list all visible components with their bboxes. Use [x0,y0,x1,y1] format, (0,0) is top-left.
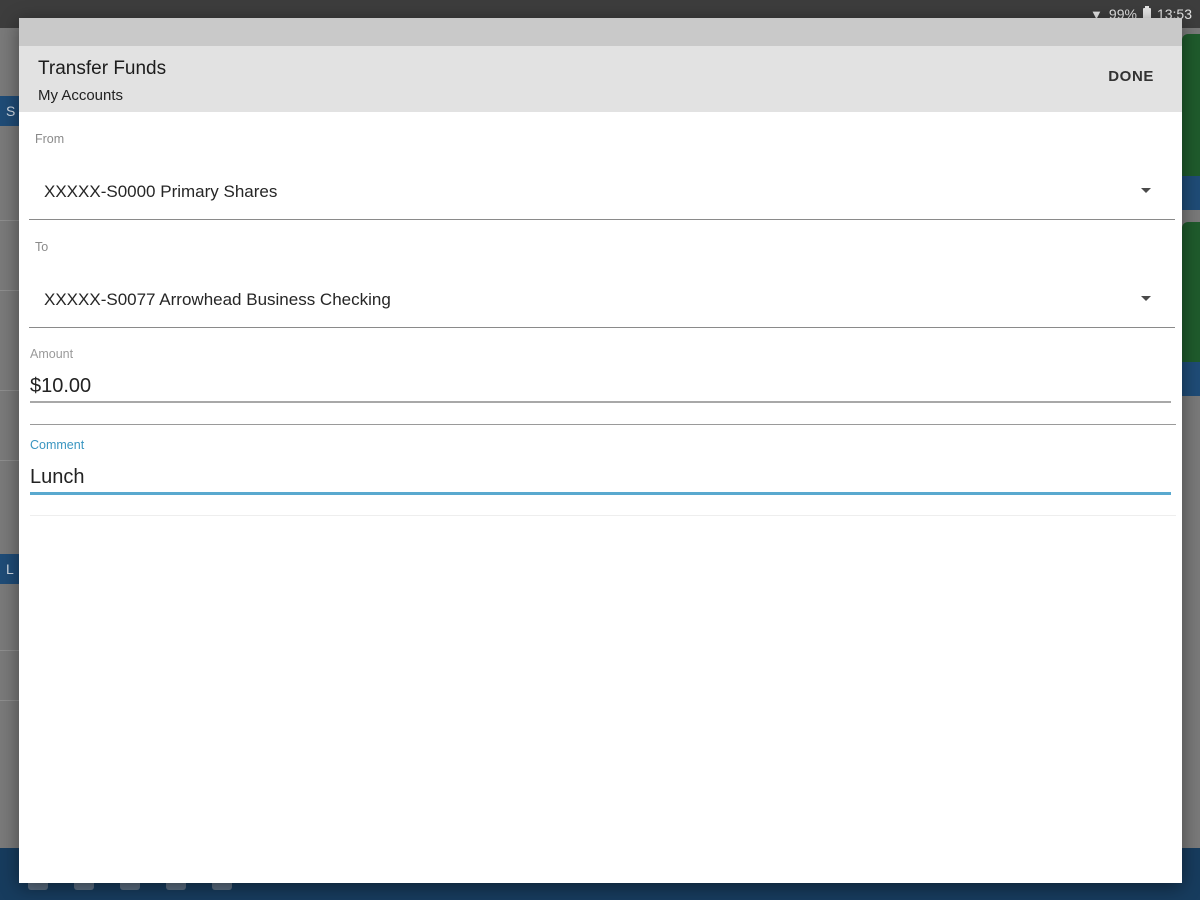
amount-underline [30,401,1171,403]
background-account-card [1182,34,1200,210]
dialog-title: Transfer Funds [38,58,167,79]
to-account-value[interactable]: XXXXX-S0077 Arrowhead Business Checking [44,290,391,310]
comment-underline [30,492,1171,495]
done-button[interactable]: DONE [1108,68,1154,85]
from-label: From [35,132,65,146]
from-account-value[interactable]: XXXXX-S0000 Primary Shares [44,182,277,202]
background-section-badge: S [0,96,20,126]
to-account-field[interactable]: To XXXXX-S0077 Arrowhead Business Checki… [29,220,1175,328]
background-account-card [1182,222,1200,396]
dialog-top-strip [19,18,1182,46]
amount-field[interactable]: Amount $10.00 [30,334,1176,425]
transfer-funds-dialog: Transfer Funds My Accounts DONE From XXX… [19,18,1182,883]
from-account-select[interactable]: From XXXXX-S0000 Primary Shares [29,112,1175,220]
background-divider [0,290,20,291]
from-account-field[interactable]: From XXXXX-S0000 Primary Shares [29,112,1175,220]
to-label: To [35,240,49,254]
to-account-select[interactable]: To XXXXX-S0077 Arrowhead Business Checki… [29,220,1175,328]
background-card-footer [1182,176,1200,210]
dialog-header: Transfer Funds My Accounts DONE [19,46,1182,112]
chevron-down-icon[interactable] [1141,188,1151,193]
background-section-badge: L [0,554,20,584]
comment-label: Comment [30,438,85,452]
chevron-down-icon[interactable] [1141,296,1151,301]
amount-field-wrapper: Amount $10.00 [30,334,1176,425]
amount-input[interactable]: $10.00 [30,375,91,398]
background-card-footer [1182,362,1200,396]
background-divider [0,390,20,391]
amount-label: Amount [30,347,74,361]
background-left-strip: S L [0,28,20,900]
comment-field[interactable]: Comment Lunch [30,425,1176,516]
background-divider [0,700,20,701]
background-divider [0,650,20,651]
comment-input[interactable]: Lunch [30,466,85,489]
dialog-subtitle: My Accounts [38,87,124,104]
comment-field-wrapper: Comment Lunch [30,425,1176,516]
background-divider [0,220,20,221]
background-divider [0,460,20,461]
